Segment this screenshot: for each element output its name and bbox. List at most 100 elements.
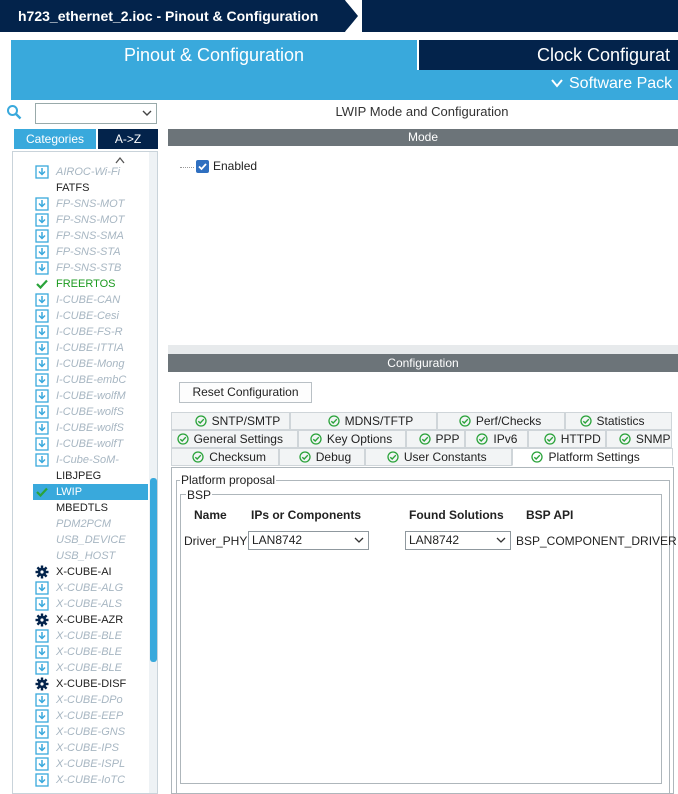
tab-categories[interactable]: Categories (14, 129, 96, 149)
tree-item[interactable]: I-CUBE-wolfT (33, 436, 148, 452)
chevron-down-icon (551, 75, 563, 91)
config-tab[interactable]: HTTPD (528, 430, 606, 448)
tree-item[interactable]: FP-SNS-MOT (33, 196, 148, 212)
tree-item-label: I-CUBE-CAN (56, 294, 121, 306)
tree-item[interactable]: X-CUBE-AZR (33, 612, 148, 628)
checkmark-icon (198, 163, 207, 171)
download-icon (35, 357, 49, 371)
download-icon (35, 261, 49, 275)
tree-item[interactable]: AIROC-Wi-Fi (33, 164, 148, 180)
enabled-checkbox[interactable] (196, 160, 209, 173)
tree-item[interactable]: FP-SNS-STA (33, 244, 148, 260)
config-tab-label: MDNS/TFTP (344, 414, 414, 428)
category-tabs: Categories A->Z (14, 129, 158, 149)
config-tab-label: SNTP/SMTP (211, 414, 281, 428)
tree-item[interactable]: USB_HOST (33, 548, 148, 564)
config-tab[interactable]: SNMP (606, 430, 672, 448)
tree-item[interactable]: FP-SNS-SMA (33, 228, 148, 244)
tree-item[interactable]: I-CUBE-wolfS (33, 404, 148, 420)
tree-item-label: X-CUBE-BLE (56, 646, 123, 658)
download-icon (35, 405, 49, 419)
tree-item[interactable]: I-CUBE-CAN (33, 292, 148, 308)
tree-item[interactable]: X-CUBE-BLE (33, 644, 148, 660)
found-solution-select[interactable]: LAN8742 (405, 531, 511, 550)
tree-item[interactable]: X-CUBE-IPS (33, 740, 148, 756)
tree-item[interactable]: I-CUBE-Mong (33, 356, 148, 372)
tree-item-label: I-CUBE-ITTIA (56, 342, 124, 354)
tree-item[interactable]: FP-SNS-STB (33, 260, 148, 276)
tab-clock-configuration[interactable]: Clock Configurat (419, 40, 678, 70)
tree-item[interactable]: I-CUBE-FS-R (33, 324, 148, 340)
tree-scrollbar[interactable] (149, 152, 157, 793)
search-combo[interactable] (35, 103, 157, 124)
gear-icon (35, 677, 49, 691)
tree-item[interactable]: X-CUBE-EEP (33, 708, 148, 724)
tree-item[interactable]: X-CUBE-ISPL (33, 756, 148, 772)
download-icon (35, 581, 49, 595)
tab-a-z[interactable]: A->Z (98, 129, 158, 149)
tab-pinout-configuration[interactable]: Pinout & Configuration (11, 40, 417, 70)
tree-item[interactable]: X-CUBE-DISF (33, 676, 148, 692)
tree-item[interactable]: X-CUBE-ALS (33, 596, 148, 612)
check-circle-icon (194, 415, 207, 427)
config-tab[interactable]: Statistics (565, 412, 672, 430)
tree-item[interactable]: X-CUBE-GNS (33, 724, 148, 740)
tree-item-label: X-CUBE-AZR (56, 614, 124, 626)
download-icon (35, 245, 49, 259)
chevron-up-icon[interactable] (115, 156, 125, 164)
config-tab[interactable]: General Settings (171, 430, 298, 448)
category-tree: AIROC-Wi-Fi FATFS FP-SNS-MOT FP-SNS-MOT FP-S… (12, 151, 158, 794)
chevron-down-icon (142, 110, 152, 116)
tree-item-label: I-CUBE-FS-R (56, 326, 123, 338)
configuration-header: Configuration (168, 354, 678, 372)
tree-scrollbar-thumb[interactable] (150, 478, 157, 662)
config-tab[interactable]: SNTP/SMTP (171, 412, 290, 430)
tree-item[interactable]: I-CUBE-wolfS (33, 420, 148, 436)
config-tab[interactable]: IPv6 (465, 430, 528, 448)
enabled-label: Enabled (213, 159, 258, 173)
download-icon (35, 309, 49, 323)
tree-item-label: LIBJPEG (56, 470, 102, 482)
tree-item[interactable]: MBEDTLS (33, 500, 148, 516)
config-tab-label: Checksum (209, 450, 266, 464)
search-icon[interactable] (6, 104, 22, 120)
config-tab[interactable]: Key Options (298, 430, 406, 448)
config-tab[interactable]: Debug (279, 448, 365, 466)
config-tab-label: SNMP (635, 432, 671, 446)
tree-item[interactable]: X-CUBE-ALG (33, 580, 148, 596)
column-header-name: Name (194, 508, 227, 522)
ip-component-select[interactable]: LAN8742 (248, 531, 369, 550)
tree-item[interactable]: X-CUBE-BLE (33, 628, 148, 644)
config-tab[interactable]: PPP (406, 430, 465, 448)
tree-item-label: FATFS (56, 182, 90, 194)
tree-item[interactable]: X-CUBE-BLE (33, 660, 148, 676)
config-tab[interactable]: MDNS/TFTP (290, 412, 437, 430)
tree-item[interactable]: I-Cube-SoM- (33, 452, 148, 468)
tree-item[interactable]: PDM2PCM (33, 516, 148, 532)
tree-item[interactable]: I-CUBE-embC (33, 372, 148, 388)
config-tab[interactable]: Checksum (171, 448, 279, 466)
tree-item[interactable]: X-CUBE-IoTC (33, 772, 148, 788)
tree-item[interactable]: LWIP (33, 484, 148, 500)
tree-item[interactable]: X-CUBE-DPo (33, 692, 148, 708)
tree-item[interactable]: USB_DEVICE (33, 532, 148, 548)
config-tab[interactable]: Perf/Checks (437, 412, 565, 430)
config-tab-label: HTTPD (560, 432, 601, 446)
download-icon (35, 773, 49, 787)
tree-item[interactable]: X-CUBE-AI (33, 564, 148, 580)
reset-configuration-button[interactable]: Reset Configuration (179, 382, 312, 403)
software-packs-menu[interactable]: Software Pack (551, 75, 672, 93)
download-icon (35, 661, 49, 675)
tree-item[interactable]: LIBJPEG (33, 468, 148, 484)
tree-item[interactable]: I-CUBE-Cesi (33, 308, 148, 324)
tree-item[interactable]: FREERTOS (33, 276, 148, 292)
download-icon (35, 725, 49, 739)
tree-item[interactable]: I-CUBE-ITTIA (33, 340, 148, 356)
check-circle-icon (544, 433, 556, 445)
config-tab[interactable]: User Constants (365, 448, 512, 466)
tree-item[interactable]: FP-SNS-MOT (33, 212, 148, 228)
tree-item[interactable]: FATFS (33, 180, 148, 196)
config-tab[interactable]: Platform Settings (512, 448, 673, 466)
tree-item[interactable]: I-CUBE-wolfM (33, 388, 148, 404)
splitter[interactable] (168, 345, 678, 354)
